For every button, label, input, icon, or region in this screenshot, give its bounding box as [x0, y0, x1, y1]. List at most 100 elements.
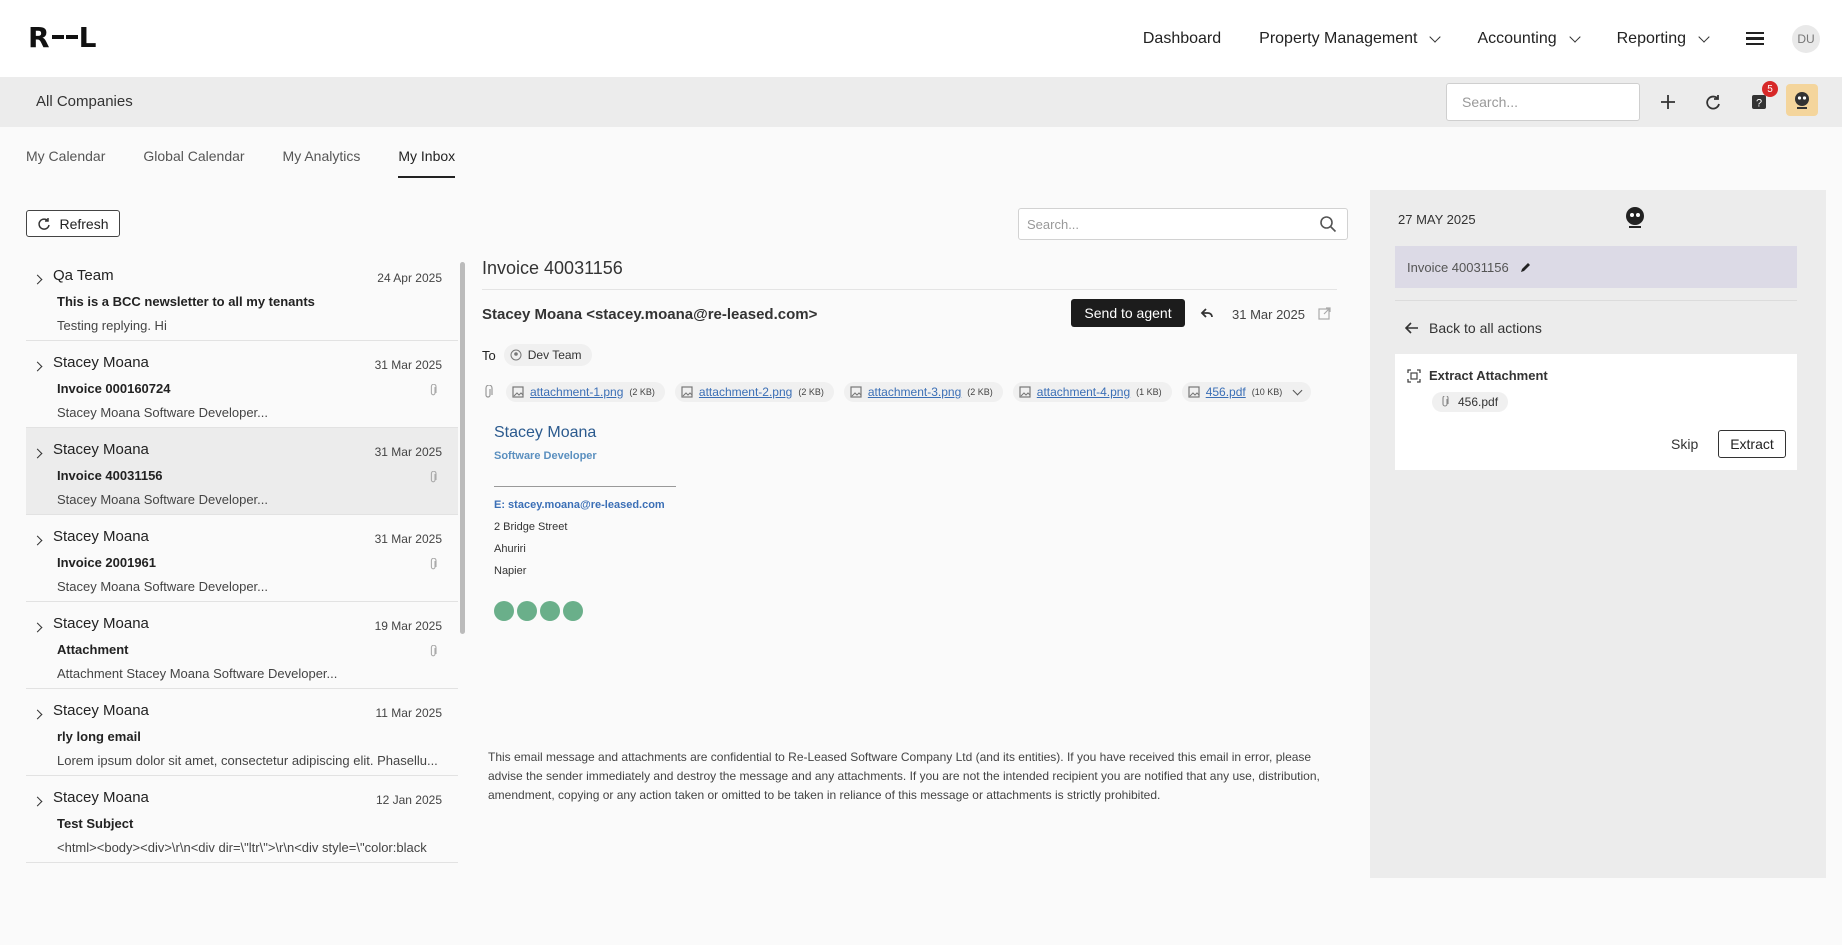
email-disclaimer: This email message and attachments are c…: [488, 750, 1320, 802]
message-date: 19 Mar 2025: [374, 619, 442, 633]
message-subject: Invoice 2001961: [57, 555, 157, 570]
signature-address-line: Ahuriri: [494, 543, 526, 555]
list-item[interactable]: Stacey Moana 31 Mar 2025 Invoice 000160724…: [26, 341, 458, 428]
tab-my-inbox[interactable]: My Inbox: [398, 148, 456, 178]
panel-invoice-item[interactable]: Invoice 40031156: [1395, 246, 1797, 288]
attachment-link[interactable]: attachment-2.png: [699, 385, 792, 399]
agent-avatar-icon[interactable]: [1786, 84, 1818, 116]
message-preview: Stacey Moana Software Developer...: [57, 492, 269, 507]
extract-icon: [1407, 368, 1421, 383]
top-navigation-bar: RL Dashboard Property Management Account…: [0, 0, 1842, 77]
message-subject: This is a BCC newsletter to all my tenan…: [57, 294, 315, 309]
signature-role: Software Developer: [494, 450, 597, 462]
message-date: 31 Mar 2025: [374, 445, 442, 459]
main-nav: Dashboard Property Management Accounting…: [1143, 0, 1842, 77]
list-item[interactable]: Stacey Moana 11 Mar 2025 rly long email Lor…: [26, 689, 458, 776]
youtube-icon[interactable]: [563, 601, 583, 621]
recipient-chip[interactable]: Dev Team: [503, 344, 592, 366]
open-external-icon[interactable]: [1318, 307, 1331, 325]
list-scrollbar[interactable]: [460, 262, 465, 634]
app-logo[interactable]: RL: [28, 21, 97, 54]
search-icon[interactable]: [1319, 215, 1337, 233]
chevron-right-icon[interactable]: [32, 274, 43, 285]
refresh-button[interactable]: Refresh: [26, 210, 120, 237]
website-icon[interactable]: [494, 601, 514, 621]
paperclip-icon: [485, 385, 493, 398]
to-label: To: [482, 347, 496, 363]
message-date: 31 Mar 2025: [1232, 307, 1305, 322]
tab-global-calendar[interactable]: Global Calendar: [143, 148, 244, 178]
attachment-chip[interactable]: attachment-2.png (2 KB): [674, 382, 834, 402]
message-preview: <html><body><div>\r\n<div dir=\"ltr\">\r…: [57, 840, 427, 855]
message-preview: Attachment Stacey Moana Software Develop…: [57, 666, 338, 681]
signature-email[interactable]: E: stacey.moana@re-leased.com: [494, 499, 676, 511]
chevron-right-icon[interactable]: [32, 796, 43, 807]
attachment-size: (1 KB): [1136, 387, 1162, 397]
chevron-right-icon[interactable]: [32, 535, 43, 546]
global-search-input[interactable]: Search...: [1446, 83, 1640, 121]
message-subject: Invoice 40031156: [482, 258, 623, 278]
image-file-icon: [681, 386, 693, 398]
social-links: [494, 601, 676, 621]
back-to-all-actions-link[interactable]: Back to all actions: [1405, 320, 1542, 336]
message-sender: Stacey Moana: [53, 354, 149, 371]
edit-icon[interactable]: [1519, 261, 1532, 274]
action-file-chip[interactable]: 456.pdf: [1432, 392, 1509, 412]
sync-icon[interactable]: [1701, 90, 1725, 114]
chevron-right-icon[interactable]: [32, 622, 43, 633]
message-date: 24 Apr 2025: [377, 271, 442, 285]
chevron-down-icon[interactable]: [1292, 385, 1303, 395]
divider: [1395, 300, 1797, 301]
company-selector[interactable]: All Companies: [36, 93, 133, 110]
list-item[interactable]: Stacey Moana 31 Mar 2025 Invoice 2001961 St…: [26, 515, 458, 602]
signature-address-line: 2 Bridge Street: [494, 521, 568, 533]
message-date: 31 Mar 2025: [374, 358, 442, 372]
message-date: 12 Jan 2025: [375, 793, 442, 807]
signature-address-line: Napier: [494, 565, 527, 577]
send-to-agent-button[interactable]: Send to agent: [1071, 299, 1185, 327]
tabs: My Calendar Global Calendar My Analytics…: [26, 148, 493, 178]
twitter-icon[interactable]: [540, 601, 560, 621]
message-preview: Testing replying. Hi: [57, 318, 167, 333]
chevron-right-icon[interactable]: [32, 448, 43, 459]
reply-icon[interactable]: [1200, 306, 1214, 325]
attachment-chip[interactable]: attachment-3.png (2 KB): [843, 382, 1003, 402]
attachment-link[interactable]: attachment-1.png: [530, 385, 623, 399]
list-item[interactable]: Qa Team 24 Apr 2025 This is a BCC newslett…: [26, 254, 458, 341]
list-item[interactable]: Stacey Moana 31 Mar 2025 Invoice 40031156 S…: [26, 428, 458, 515]
nav-reporting[interactable]: Reporting: [1617, 30, 1710, 48]
tab-my-calendar[interactable]: My Calendar: [26, 148, 105, 178]
list-item[interactable]: Stacey Moana 19 Mar 2025 Attachment Attachm…: [26, 602, 458, 689]
nav-property-management[interactable]: Property Management: [1259, 30, 1442, 48]
refresh-icon: [38, 217, 51, 230]
skip-button[interactable]: Skip: [1671, 436, 1698, 452]
extract-button[interactable]: Extract: [1718, 430, 1786, 458]
paperclip-icon: [429, 644, 438, 661]
linkedin-icon[interactable]: [517, 601, 537, 621]
tab-my-analytics[interactable]: My Analytics: [283, 148, 361, 178]
user-icon: [510, 349, 522, 361]
attachment-link[interactable]: 456.pdf: [1206, 385, 1246, 399]
nav-accounting[interactable]: Accounting: [1477, 30, 1581, 48]
chevron-right-icon[interactable]: [32, 709, 43, 720]
list-item[interactable]: Stacey Moana 12 Jan 2025 Test Subject <html…: [26, 776, 458, 863]
attachment-link[interactable]: attachment-4.png: [1037, 385, 1130, 399]
signature-divider: [494, 486, 676, 487]
refresh-label: Refresh: [59, 215, 109, 232]
attachment-link[interactable]: attachment-3.png: [868, 385, 961, 399]
attachment-chip[interactable]: attachment-1.png (2 KB): [506, 382, 665, 402]
arrow-left-icon: [1405, 322, 1418, 334]
message-preview: Stacey Moana Software Developer...: [57, 405, 269, 420]
attachment-chip[interactable]: 456.pdf (10 KB): [1181, 382, 1312, 402]
pdf-file-icon: [1188, 386, 1200, 398]
menu-icon[interactable]: [1746, 29, 1764, 49]
inbox-search-input[interactable]: Search...: [1018, 208, 1348, 240]
message-date: 31 Mar 2025: [374, 532, 442, 546]
chevron-right-icon[interactable]: [32, 361, 43, 372]
attachment-chip[interactable]: attachment-4.png (1 KB): [1012, 382, 1172, 402]
chevron-down-icon: [1429, 30, 1442, 43]
chevron-down-icon: [1568, 30, 1581, 43]
nav-dashboard[interactable]: Dashboard: [1143, 30, 1221, 48]
user-avatar[interactable]: DU: [1792, 24, 1820, 53]
add-icon[interactable]: [1656, 90, 1680, 114]
